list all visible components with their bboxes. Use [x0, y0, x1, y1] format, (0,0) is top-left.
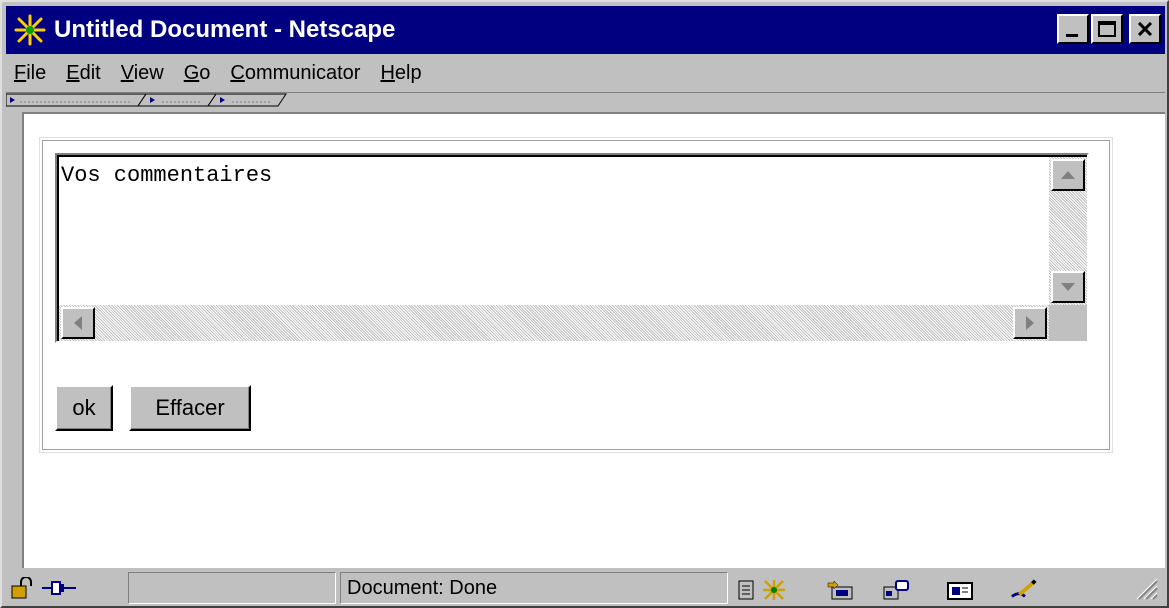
- arrow-left-icon: [74, 316, 82, 330]
- netscape-app-icon[interactable]: [12, 12, 48, 48]
- page-content: Vos commentaires ok Effacer: [22, 112, 1165, 568]
- menu-communicator[interactable]: Communicator: [230, 62, 360, 85]
- scroll-left-button[interactable]: [61, 307, 95, 339]
- arrow-down-icon: [1061, 283, 1075, 291]
- arrow-right-icon: [1026, 316, 1034, 330]
- close-button[interactable]: [1129, 14, 1161, 44]
- minimize-icon: [1066, 34, 1078, 37]
- maximize-icon: [1098, 21, 1116, 37]
- navigator-icon[interactable]: [760, 578, 788, 602]
- scroll-right-button[interactable]: [1013, 307, 1047, 339]
- form-table: Vos commentaires ok Effacer: [39, 137, 1113, 453]
- menu-view[interactable]: View: [121, 62, 164, 85]
- scroll-down-button[interactable]: [1051, 271, 1085, 303]
- horizontal-scrollbar[interactable]: [59, 305, 1049, 341]
- title-bar[interactable]: Untitled Document - Netscape: [6, 6, 1165, 54]
- scroll-up-button[interactable]: [1051, 159, 1085, 191]
- toolbar-tab-location[interactable]: [137, 93, 217, 107]
- resize-grip-icon[interactable]: [1132, 576, 1160, 600]
- composer-icon[interactable]: [946, 578, 974, 602]
- arrow-up-icon: [1061, 171, 1075, 179]
- status-text-panel: Document: Done: [340, 572, 728, 604]
- maximize-button[interactable]: [1091, 14, 1123, 44]
- close-icon: [1137, 22, 1153, 36]
- status-text: Document: Done: [347, 576, 498, 599]
- collapsed-toolbars: [6, 92, 1165, 107]
- edit-pen-icon[interactable]: [1010, 578, 1038, 602]
- connection-icon[interactable]: [42, 576, 76, 600]
- menu-go[interactable]: Go: [184, 62, 211, 85]
- menu-help[interactable]: Help: [380, 62, 421, 85]
- window-title: Untitled Document - Netscape: [54, 16, 396, 43]
- netscape-window: Untitled Document - Netscape File Edit V…: [0, 0, 1169, 608]
- scroll-corner: [1049, 305, 1087, 341]
- status-bar: Document: Done: [6, 570, 1165, 606]
- minimize-button[interactable]: [1057, 14, 1089, 44]
- progress-panel: [128, 572, 336, 604]
- comments-text[interactable]: Vos commentaires: [59, 157, 1049, 305]
- component-bar: [732, 572, 1096, 604]
- menu-bar: File Edit View Go Communicator Help: [6, 56, 1165, 90]
- toolbar-tab-navigation[interactable]: [6, 93, 147, 107]
- vertical-scrollbar[interactable]: [1049, 157, 1087, 305]
- ok-button[interactable]: ok: [55, 385, 113, 431]
- security-lock-icon[interactable]: [10, 576, 38, 600]
- menu-file[interactable]: File: [14, 62, 46, 85]
- comments-textarea[interactable]: Vos commentaires: [55, 153, 1089, 343]
- effacer-button[interactable]: Effacer: [129, 385, 251, 431]
- discussions-icon[interactable]: [882, 578, 910, 602]
- mailbox-icon[interactable]: [826, 578, 854, 602]
- menu-edit[interactable]: Edit: [66, 62, 100, 85]
- component-bar-icon[interactable]: [732, 578, 760, 602]
- toolbar-tab-personal[interactable]: [207, 93, 287, 107]
